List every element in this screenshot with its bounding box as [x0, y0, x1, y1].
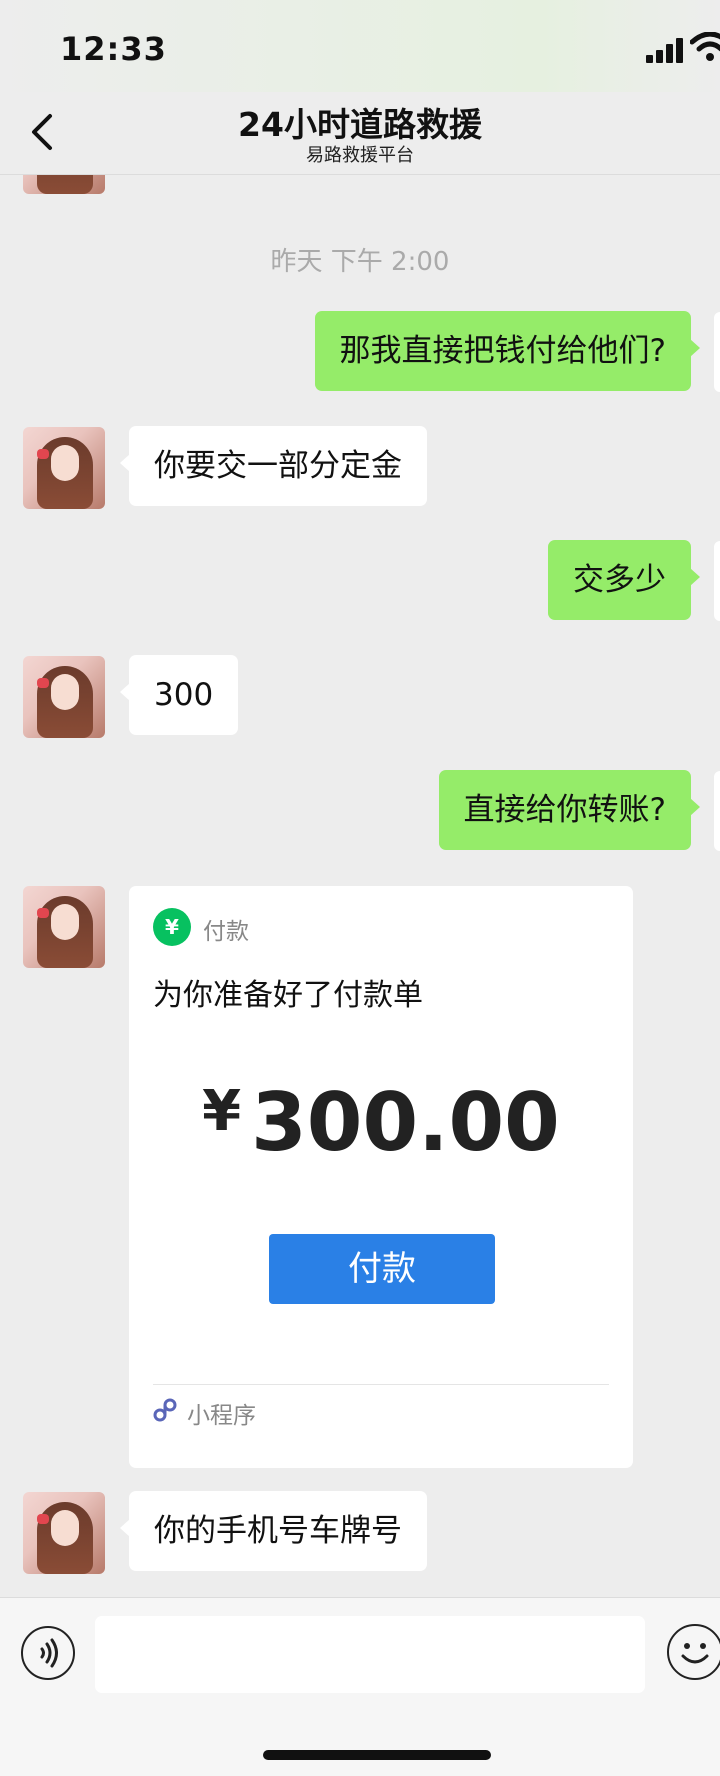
sent-message-bubble[interactable]: 交多少 — [548, 540, 700, 620]
contact-avatar[interactable] — [23, 656, 105, 738]
voice-wave-icon — [40, 1638, 58, 1668]
status-time: 12:33 — [60, 30, 167, 68]
chat-title: 24小时道路救援 — [238, 105, 482, 144]
cellular-signal-icon — [646, 37, 686, 63]
home-indicator[interactable] — [263, 1750, 491, 1760]
sent-message-bubble[interactable]: 直接给你转账? — [438, 770, 701, 850]
payment-yen-icon: ¥ — [153, 908, 191, 946]
status-bar: 12:33 — [0, 0, 720, 92]
received-message-bubble[interactable]: 300 — [119, 655, 239, 735]
nav-bar: 24小时道路救援 易路救援平台 — [0, 92, 720, 175]
sent-message-bubble[interactable]: 那我直接把钱付给他们? — [314, 311, 701, 391]
mini-program-icon — [153, 1398, 177, 1422]
message-input-field[interactable] — [95, 1616, 645, 1693]
received-message-bubble[interactable]: 你要交一部分定金 — [120, 426, 427, 506]
message-timestamp: 昨天 下午 2:00 — [270, 247, 450, 277]
self-avatar[interactable] — [714, 771, 720, 851]
chat-subtitle: 易路救援平台 — [306, 145, 414, 166]
emoji-button[interactable] — [667, 1624, 720, 1680]
card-divider — [153, 1384, 609, 1385]
wifi-icon — [690, 32, 720, 61]
card-source-label: 付款 — [203, 919, 249, 945]
pay-button[interactable]: 付款 — [269, 1234, 495, 1304]
payment-mini-program-card[interactable]: ¥ 付款 为你准备好了付款单 ¥300.00 付款 小程序 — [129, 886, 633, 1468]
contact-avatar[interactable] — [23, 174, 105, 194]
card-description: 为你准备好了付款单 — [153, 978, 423, 1013]
smiley-icon — [681, 1643, 709, 1664]
self-avatar[interactable] — [714, 312, 720, 392]
currency-symbol: ¥ — [202, 1079, 242, 1144]
contact-avatar[interactable] — [23, 886, 105, 968]
contact-avatar[interactable] — [23, 427, 105, 509]
contact-avatar[interactable] — [23, 1492, 105, 1574]
voice-input-button[interactable] — [21, 1626, 75, 1680]
received-message-bubble[interactable]: 你的手机号车牌号 — [120, 1491, 427, 1571]
mini-program-label: 小程序 — [187, 1403, 256, 1429]
payment-amount: ¥300.00 — [129, 1076, 633, 1169]
chat-area[interactable]: 昨天 下午 2:00 那我直接把钱付给他们? 你要交一部分定金 交多少 300 … — [0, 174, 720, 1597]
self-avatar[interactable] — [714, 541, 720, 621]
amount-value: 300.00 — [251, 1076, 560, 1169]
